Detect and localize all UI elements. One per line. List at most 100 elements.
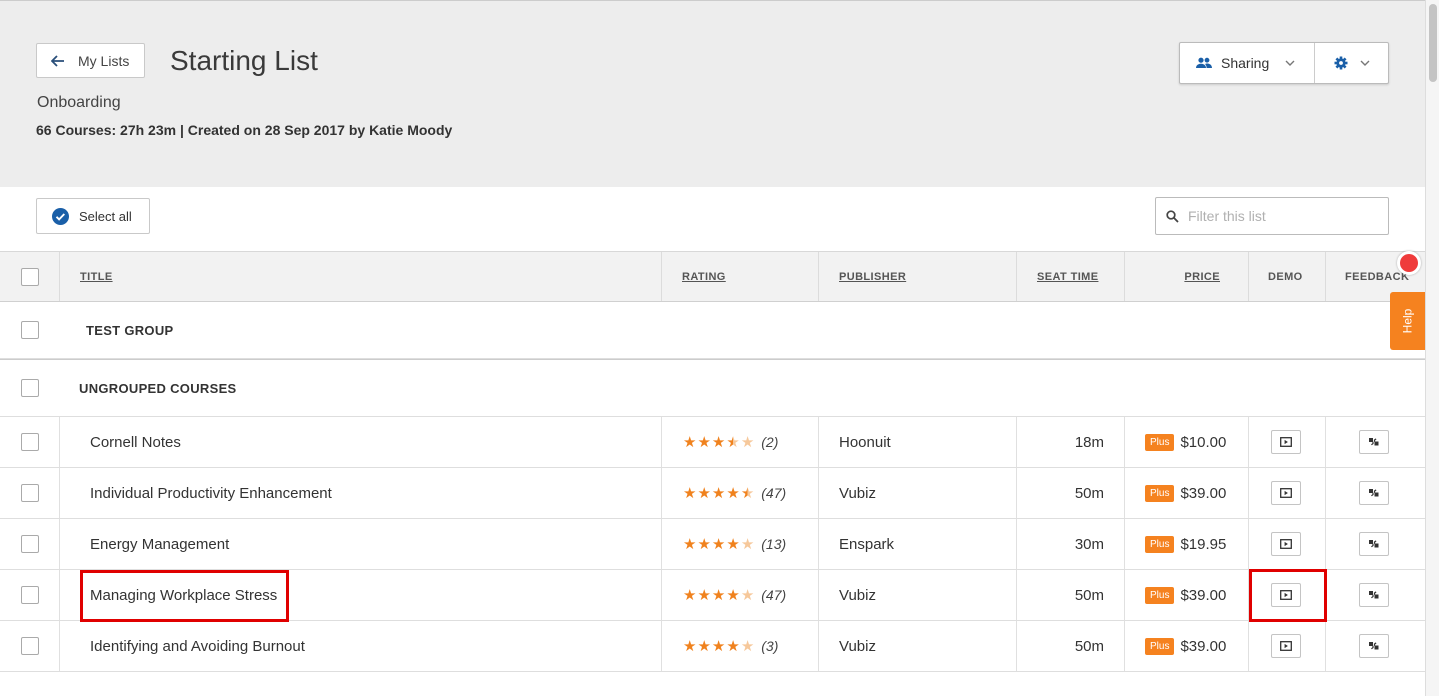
people-icon [1196,57,1212,68]
filter-field[interactable] [1155,197,1389,235]
demo-button[interactable] [1271,634,1301,658]
star-full-icon: ★ [711,586,726,604]
publisher-name: Enspark [839,535,895,553]
column-header-rating[interactable]: RATING [682,271,726,283]
course-price: $39.00 [1180,586,1227,604]
chevron-down-icon [1360,60,1369,66]
star-full-icon: ★ [726,535,740,553]
quote-icon [1369,438,1379,446]
arrow-left-icon [51,54,64,67]
select-all-label: Select all [79,208,132,224]
star-full-icon: ★ [683,433,697,451]
list-header: My Lists Starting List Onboarding 66 Cou… [0,0,1425,187]
check-circle-icon [52,207,69,225]
demo-button[interactable] [1271,430,1301,454]
star-full-icon: ★ [697,433,711,451]
course-title[interactable]: Individual Productivity Enhancement [90,485,332,502]
feedback-button[interactable] [1359,583,1389,607]
filter-input[interactable] [1188,208,1378,224]
course-title[interactable]: Cornell Notes [90,434,181,451]
list-meta: 66 Courses: 27h 23m | Created on 28 Sep … [36,122,453,138]
star-full-icon: ★ [711,535,726,553]
back-to-my-lists-button[interactable]: My Lists [36,43,145,78]
star-empty-icon: ★ [740,433,755,451]
column-header-seat-time[interactable]: SEAT TIME [1037,271,1098,283]
seat-time: 18m [1074,433,1104,451]
table-row: Energy Management ★ ★ ★ ★ ★ (13) Enspark 30m … [0,519,1425,570]
chevron-down-icon [1285,60,1295,66]
star-full-icon: ★ [697,535,711,553]
help-tab[interactable]: Help [1390,292,1425,350]
gear-icon [1334,56,1347,70]
search-icon [1166,209,1179,223]
course-title[interactable]: Managing Workplace Stress [90,587,277,604]
rating-count: (3) [761,638,779,654]
column-header-price[interactable]: PRICE [1184,271,1220,283]
seat-time: 50m [1074,586,1104,604]
row-checkbox[interactable] [21,535,39,553]
course-price: $10.00 [1180,433,1227,451]
group-row-test-group: TEST GROUP [0,302,1425,359]
demo-button[interactable] [1271,481,1301,505]
star-full-icon: ★ [711,637,726,655]
header-actions: Sharing [1179,42,1389,84]
plus-badge: Plus [1145,433,1175,451]
rating-count: (2) [761,434,779,450]
play-icon [1280,437,1292,447]
vertical-scrollbar[interactable] [1425,0,1439,696]
star-full-icon: ★ [697,637,711,655]
star-full-icon: ★ [697,586,711,604]
demo-button[interactable] [1271,583,1301,607]
publisher-name: Vubiz [839,484,876,502]
star-full-icon: ★ [726,637,740,655]
group-label[interactable]: TEST GROUP [86,323,174,338]
rating-stars: ★ ★ ★ ★ ★ [683,486,755,501]
column-header-publisher[interactable]: PUBLISHER [839,271,906,283]
table-header-row: TITLE RATING PUBLISHER SEAT TIME PRICE D… [0,251,1425,302]
seat-time: 50m [1074,484,1104,502]
star-half-icon: ★ [740,484,755,502]
star-half-icon: ★ [726,433,740,451]
rating-stars: ★ ★ ★ ★ ★ [683,537,755,552]
feedback-button[interactable] [1359,532,1389,556]
star-full-icon: ★ [683,586,697,604]
rating-stars: ★ ★ ★ ★ ★ [683,639,755,654]
column-header-title[interactable]: TITLE [80,271,113,283]
star-full-icon: ★ [711,433,726,451]
back-button-label: My Lists [78,52,130,69]
feedback-button[interactable] [1359,430,1389,454]
seat-time: 30m [1074,535,1104,553]
scrollbar-thumb[interactable] [1429,4,1437,82]
rating-stars: ★ ★ ★ ★ ★ [683,435,755,450]
table-row: Managing Workplace Stress ★ ★ ★ ★ ★ (47) Vubi… [0,570,1425,621]
row-checkbox[interactable] [21,433,39,451]
sharing-button[interactable]: Sharing [1180,43,1315,83]
course-title[interactable]: Energy Management [90,536,229,553]
demo-button[interactable] [1271,532,1301,556]
row-checkbox[interactable] [21,484,39,502]
publisher-name: Hoonuit [839,433,891,451]
table-row: Cornell Notes ★ ★ ★ ★ ★ (2) Hoonuit 18m Plus $… [0,417,1425,468]
table-row: Identifying and Avoiding Burnout ★ ★ ★ ★ ★ (3… [0,621,1425,672]
feedback-button[interactable] [1359,634,1389,658]
plus-badge: Plus [1145,637,1175,655]
course-title[interactable]: Identifying and Avoiding Burnout [90,638,305,655]
group-checkbox[interactable] [21,379,39,397]
play-icon [1280,641,1292,651]
star-empty-icon: ★ [740,586,755,604]
select-all-rows-checkbox[interactable] [21,267,39,286]
notification-dot[interactable] [1397,251,1421,275]
row-checkbox[interactable] [21,586,39,604]
play-icon [1280,539,1292,549]
feedback-button[interactable] [1359,481,1389,505]
publisher-name: Vubiz [839,586,876,604]
course-table: TITLE RATING PUBLISHER SEAT TIME PRICE D… [0,251,1425,672]
group-checkbox[interactable] [21,321,39,339]
row-checkbox[interactable] [21,637,39,655]
sharing-label: Sharing [1221,55,1270,71]
select-all-button[interactable]: Select all [36,198,150,234]
header-checkbox-cell [21,252,39,301]
star-full-icon: ★ [697,484,711,502]
settings-button[interactable] [1315,43,1388,83]
star-full-icon: ★ [726,586,740,604]
